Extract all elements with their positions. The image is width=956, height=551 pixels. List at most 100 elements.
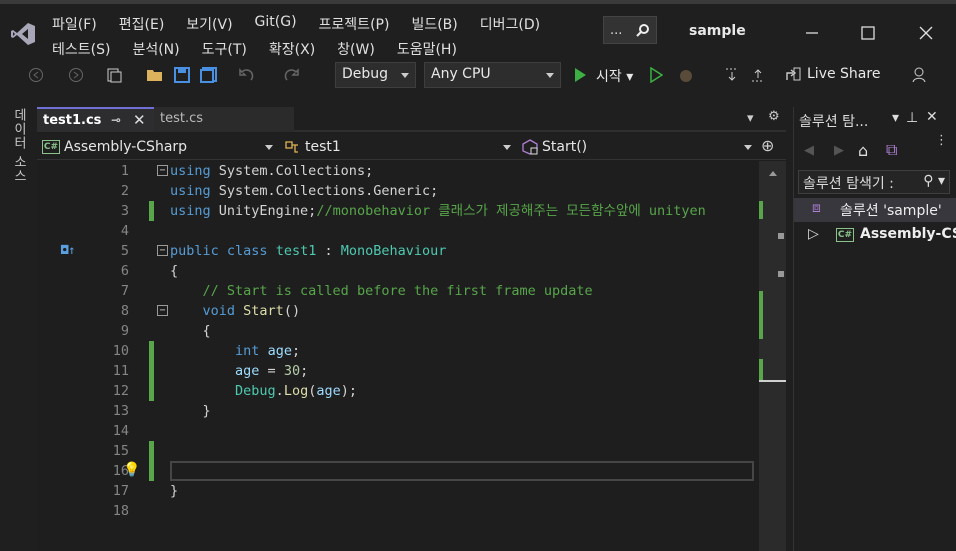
- menu-item[interactable]: 편집(E): [119, 14, 187, 34]
- scroll-caret-marker: [759, 380, 786, 382]
- pin-icon[interactable]: ⊥: [906, 110, 918, 126]
- new-project-icon[interactable]: [104, 65, 124, 85]
- code-line[interactable]: 12 Debug.Log(age);: [37, 381, 759, 401]
- gear-icon[interactable]: ⚙: [768, 109, 780, 124]
- back-icon[interactable]: [26, 65, 46, 85]
- document-tabs: test1.cs ⊸ ✕ test.cs ▾ ⚙: [37, 107, 786, 132]
- code-line[interactable]: 14: [37, 421, 759, 441]
- tab-test1-cs[interactable]: test1.cs ⊸ ✕: [37, 107, 154, 132]
- pin-icon[interactable]: ⊸: [111, 113, 121, 127]
- menu-item[interactable]: 테스트(S): [52, 39, 132, 59]
- collapse-icon[interactable]: −: [157, 305, 168, 316]
- back-icon[interactable]: ◀: [804, 143, 814, 158]
- code-line[interactable]: 7 // Start is called before the first fr…: [37, 281, 759, 301]
- solution-icon: ⧈: [812, 200, 821, 216]
- menu-item[interactable]: 창(W): [337, 39, 397, 59]
- unity-message-icon[interactable]: ◘↑: [61, 243, 75, 257]
- menu-item[interactable]: 도움말(H): [397, 39, 479, 59]
- live-share-label: Live Share: [807, 66, 881, 82]
- feedback-icon[interactable]: [910, 65, 930, 85]
- switch-views-icon[interactable]: ⧉: [886, 140, 897, 160]
- menu-item[interactable]: 확장(X): [269, 39, 337, 59]
- lightbulb-icon[interactable]: 💡: [123, 462, 140, 478]
- minimize-icon[interactable]: [797, 18, 827, 48]
- menu-item[interactable]: 분석(N): [132, 39, 201, 59]
- editor-vertical-scrollbar[interactable]: [759, 161, 786, 551]
- play-icon[interactable]: [570, 65, 590, 85]
- collapse-icon[interactable]: −: [157, 245, 168, 256]
- code-line[interactable]: 1 using System.Collections; −: [37, 161, 759, 181]
- tab-list-dropdown-icon[interactable]: ▾: [747, 111, 754, 126]
- code-line[interactable]: 6{: [37, 261, 759, 281]
- start-without-debugging-icon[interactable]: [646, 65, 666, 85]
- code-line[interactable]: 3 using UnityEngine;//monobehavior 클래스가 제…: [37, 201, 759, 221]
- forward-icon[interactable]: [66, 65, 86, 85]
- code-line[interactable]: 13 }: [37, 401, 759, 421]
- code-editor[interactable]: 1 using System.Collections; −2 using System…: [37, 161, 759, 551]
- project-dropdown[interactable]: C# Assembly-CSharp: [42, 136, 273, 158]
- configuration-dropdown[interactable]: Debug: [335, 62, 416, 88]
- redo-icon[interactable]: [282, 65, 302, 85]
- menu-item[interactable]: 빌드(B): [411, 14, 479, 34]
- code-line[interactable]: 18: [37, 501, 759, 521]
- title-bar: 파일(F) 편집(E) 보기(V) Git(G) 프로젝트(P) 빌드(B) 디버그(D) …: [0, 0, 956, 58]
- change-marker: [149, 201, 154, 221]
- code-line[interactable]: 17}: [37, 481, 759, 501]
- code-line[interactable]: 10 int age;: [37, 341, 759, 361]
- scroll-up-icon[interactable]: [769, 171, 777, 176]
- code-line[interactable]: 9 {: [37, 321, 759, 341]
- menu-row-1: 파일(F) 편집(E) 보기(V) Git(G) 프로젝트(P) 빌드(B) 디버그(D): [52, 14, 562, 34]
- line-number: 18: [112, 503, 129, 519]
- solution-root-node[interactable]: ⧈ 솔루션 'sample': [794, 198, 956, 222]
- close-icon[interactable]: [911, 18, 941, 48]
- undo-icon[interactable]: [236, 65, 256, 85]
- close-tab-icon[interactable]: ✕: [133, 111, 146, 129]
- collapse-icon[interactable]: −: [157, 165, 168, 176]
- menu-item[interactable]: Git(G): [255, 14, 319, 34]
- code-text: Debug.Log(age);: [235, 383, 357, 399]
- class-dropdown[interactable]: test1: [283, 136, 511, 158]
- line-number: 9: [120, 323, 129, 339]
- menu-item[interactable]: 보기(V): [186, 14, 254, 34]
- live-share-button[interactable]: Live Share: [785, 66, 880, 82]
- tab-label: test1.cs: [43, 113, 102, 128]
- expand-icon[interactable]: ▷: [808, 226, 819, 242]
- code-line[interactable]: 8 void Start() −: [37, 301, 759, 321]
- step-over-icon[interactable]: [748, 65, 768, 85]
- save-icon[interactable]: [172, 65, 192, 85]
- code-line[interactable]: 15: [37, 441, 759, 461]
- menu-item[interactable]: 도구(T): [202, 39, 269, 59]
- overflow-icon[interactable]: ⋮: [935, 133, 948, 148]
- code-line[interactable]: 11 age = 30;: [37, 361, 759, 381]
- code-line[interactable]: 2 using System.Collections.Generic;: [37, 181, 759, 201]
- code-line[interactable]: 4: [37, 221, 759, 241]
- forward-icon[interactable]: ▶: [834, 143, 844, 158]
- data-source-tab[interactable]: 데이터 소스: [9, 108, 28, 183]
- navigation-bar: C# Assembly-CSharp test1 Start() ⊕: [37, 134, 786, 160]
- platform-dropdown[interactable]: Any CPU: [424, 62, 561, 88]
- split-window-icon[interactable]: ⊕: [761, 136, 774, 155]
- code-line[interactable]: 5 public class test1 : MonoBehaviour − ◘↑: [37, 241, 759, 261]
- line-number: 15: [112, 443, 129, 459]
- tab-test-cs[interactable]: test.cs: [154, 107, 294, 132]
- menu-item[interactable]: 프로젝트(P): [319, 14, 412, 34]
- open-folder-icon[interactable]: [145, 65, 165, 85]
- search-button[interactable]: ...: [603, 16, 657, 44]
- menu-item[interactable]: 디버그(D): [480, 14, 562, 34]
- line-number: 6: [120, 263, 129, 279]
- maximize-icon[interactable]: [853, 18, 883, 48]
- solution-search-input[interactable]: 솔루션 탐색기 : ⚲ ▾: [798, 170, 950, 194]
- save-all-icon[interactable]: [199, 65, 219, 85]
- panel-menu-icon[interactable]: ▾: [892, 110, 899, 126]
- home-icon[interactable]: ⌂: [858, 141, 868, 160]
- start-button[interactable]: 시작 ▾: [596, 66, 633, 86]
- scroll-marker-change-3: [759, 359, 763, 381]
- step-icon[interactable]: [722, 65, 742, 85]
- member-dropdown[interactable]: Start(): [522, 136, 752, 158]
- menu-item[interactable]: 파일(F): [52, 14, 119, 34]
- solution-search-placeholder: 솔루션 탐색기 :: [803, 176, 894, 192]
- project-node[interactable]: ▷ C# Assembly-CSharp: [794, 223, 956, 247]
- hot-reload-icon[interactable]: [676, 65, 696, 85]
- code-line[interactable]: 16 💡: [37, 461, 759, 481]
- close-panel-icon[interactable]: ✕: [926, 109, 938, 125]
